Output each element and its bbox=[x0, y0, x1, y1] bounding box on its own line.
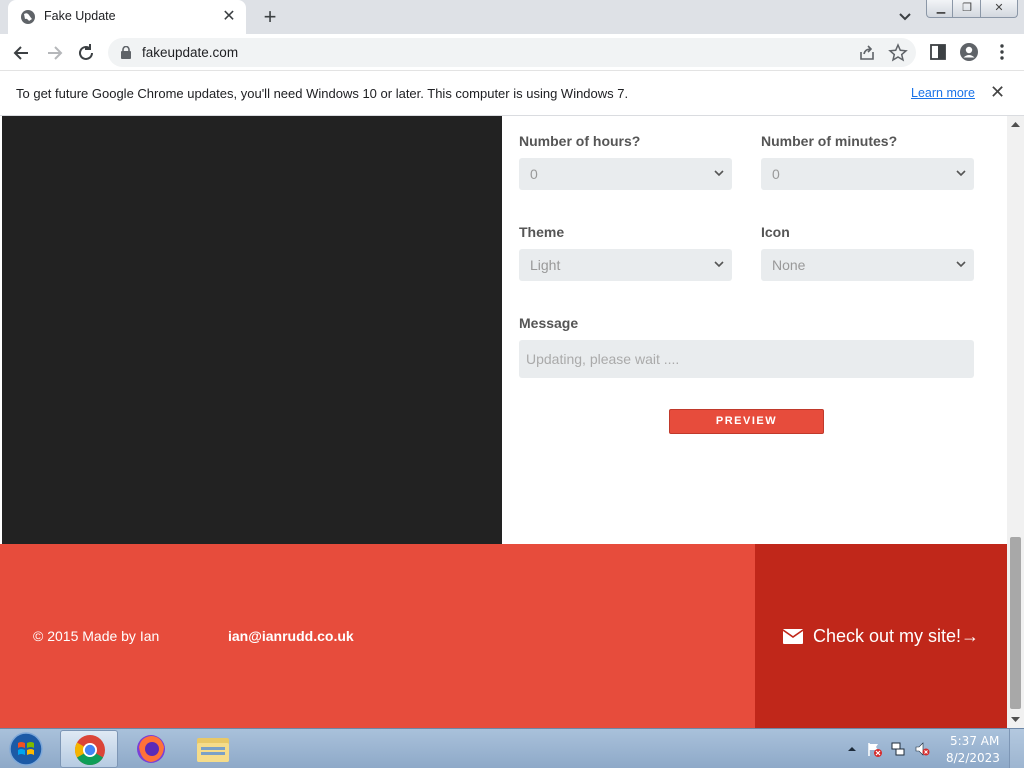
chevron-down-icon bbox=[956, 261, 966, 268]
copyright-text: © 2015 Made by Ian bbox=[33, 628, 160, 644]
hours-value: 0 bbox=[530, 166, 538, 182]
icon-value: None bbox=[772, 257, 806, 273]
hours-label: Number of hours? bbox=[519, 133, 641, 149]
tab-fake-update[interactable]: Fake Update ✕ bbox=[8, 0, 246, 34]
page-scrollbar[interactable] bbox=[1007, 116, 1024, 728]
taskbar-chrome[interactable] bbox=[60, 730, 118, 768]
envelope-icon bbox=[783, 629, 803, 644]
tab-title: Fake Update bbox=[44, 9, 116, 23]
theme-label: Theme bbox=[519, 224, 565, 240]
tab-strip: Fake Update ✕ + ▁ ❐ ✕ bbox=[0, 0, 1024, 34]
profile-avatar-icon[interactable] bbox=[959, 42, 979, 62]
message-label: Message bbox=[519, 315, 579, 331]
preview-button[interactable]: PREVIEW bbox=[669, 409, 824, 434]
show-desktop-button[interactable] bbox=[1009, 729, 1024, 768]
theme-value: Light bbox=[530, 257, 561, 273]
page-viewport: Number of hours? 0 Number of minutes? 0 … bbox=[0, 116, 1007, 728]
taskbar-firefox[interactable] bbox=[122, 730, 180, 768]
windows-start-icon[interactable] bbox=[6, 731, 46, 767]
message-input[interactable] bbox=[519, 340, 974, 378]
folder-icon bbox=[197, 738, 229, 762]
globe-icon bbox=[21, 10, 35, 24]
chevron-down-icon bbox=[714, 170, 724, 177]
chevron-down-icon bbox=[956, 170, 966, 177]
forward-arrow-icon[interactable] bbox=[43, 42, 65, 64]
clock-date[interactable]: 8/2/2023 bbox=[946, 751, 1000, 765]
browser-toolbar: fakeupdate.com bbox=[0, 34, 1024, 71]
windows-taskbar: 5:37 AM 8/2/2023 bbox=[0, 728, 1024, 768]
system-tray: 5:37 AM 8/2/2023 bbox=[840, 729, 1020, 768]
icon-select[interactable]: None bbox=[761, 249, 974, 281]
clock-time[interactable]: 5:37 AM bbox=[950, 734, 999, 748]
check-out-site-label: Check out my site!→ bbox=[813, 626, 980, 646]
taskbar-explorer[interactable] bbox=[184, 730, 242, 768]
minutes-select[interactable]: 0 bbox=[761, 158, 974, 190]
bookmark-star-icon[interactable] bbox=[888, 43, 908, 63]
back-arrow-icon[interactable] bbox=[11, 42, 33, 64]
reload-icon[interactable] bbox=[75, 42, 97, 64]
theme-select[interactable]: Light bbox=[519, 249, 732, 281]
action-center-flag-icon[interactable] bbox=[866, 741, 882, 757]
icon-label: Icon bbox=[761, 224, 790, 240]
show-hidden-icons-icon[interactable] bbox=[844, 741, 860, 757]
minutes-value: 0 bbox=[772, 166, 780, 182]
tab-search-chevron-icon[interactable] bbox=[896, 9, 914, 25]
window-restore-button[interactable]: ❐ bbox=[952, 0, 982, 18]
infobar-message: To get future Google Chrome updates, you… bbox=[16, 86, 629, 101]
footer: © 2015 Made by Ian ian@ianrudd.co.uk bbox=[0, 544, 755, 728]
new-tab-button[interactable]: + bbox=[258, 6, 282, 28]
network-icon[interactable] bbox=[890, 741, 906, 757]
chevron-down-icon bbox=[714, 261, 724, 268]
scroll-thumb[interactable] bbox=[1010, 537, 1021, 709]
firefox-icon bbox=[137, 735, 165, 763]
email-link[interactable]: ian@ianrudd.co.uk bbox=[228, 628, 354, 644]
tab-close-icon[interactable]: ✕ bbox=[220, 8, 238, 26]
url-text[interactable]: fakeupdate.com bbox=[142, 45, 238, 60]
minutes-label: Number of minutes? bbox=[761, 133, 898, 149]
learn-more-link[interactable]: Learn more bbox=[911, 86, 975, 100]
check-out-site-button[interactable]: Check out my site!→ bbox=[755, 544, 1007, 728]
scroll-up-arrow-icon[interactable] bbox=[1011, 121, 1020, 128]
scroll-down-arrow-icon[interactable] bbox=[1011, 716, 1020, 723]
volume-muted-icon[interactable] bbox=[914, 741, 930, 757]
address-bar[interactable]: fakeupdate.com bbox=[108, 38, 916, 67]
preview-dark-panel bbox=[2, 116, 502, 544]
kebab-menu-icon[interactable] bbox=[992, 42, 1012, 62]
window-close-button[interactable]: ✕ bbox=[980, 0, 1018, 18]
update-infobar: To get future Google Chrome updates, you… bbox=[0, 71, 1024, 116]
hours-select[interactable]: 0 bbox=[519, 158, 732, 190]
chrome-icon bbox=[74, 735, 105, 766]
lock-icon[interactable] bbox=[120, 46, 132, 59]
infobar-close-icon[interactable]: ✕ bbox=[990, 82, 1005, 103]
side-panel-icon[interactable] bbox=[928, 42, 948, 62]
share-icon[interactable] bbox=[857, 43, 877, 63]
